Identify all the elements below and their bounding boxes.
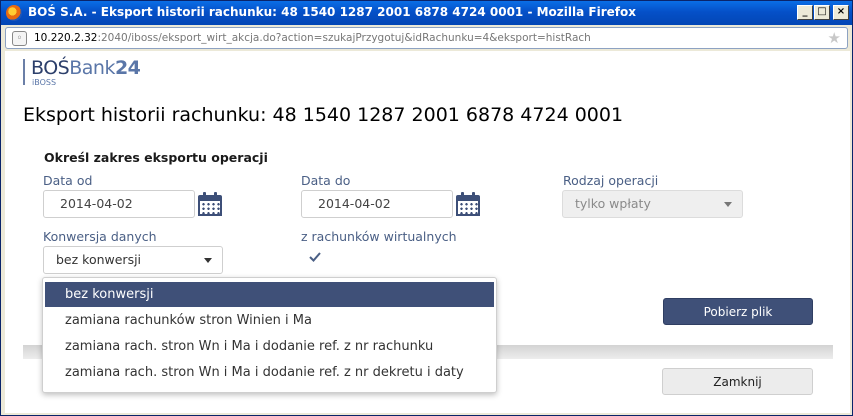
browser-window: BOŚ S.A. - Eksport historii rachunku: 48…	[0, 0, 853, 416]
date-to-input[interactable]: 2014-04-02	[301, 190, 453, 218]
dropdown-option[interactable]: zamiana rach. stron Wn i Ma i dodanie re…	[45, 334, 494, 359]
chevron-down-icon	[724, 202, 732, 207]
address-bar[interactable]: ◦ 10.220.2.32:2040/iboss/eksport_wirt_ak…	[5, 27, 848, 49]
date-to-calendar-icon[interactable]	[455, 191, 481, 217]
logo-bar	[23, 59, 25, 85]
dropdown-option[interactable]: bez konwersji	[45, 282, 494, 307]
download-file-button[interactable]: Pobierz plik	[663, 298, 813, 325]
page-content: BOŚBank24 iBOSS Eksport historii rachunk…	[5, 51, 850, 413]
section-title: Określ zakres eksportu operacji	[44, 150, 268, 165]
conversion-select[interactable]: bez konwersji	[43, 246, 223, 274]
logo-num: 24	[114, 57, 141, 79]
date-from-calendar-icon[interactable]	[197, 191, 223, 217]
close-window-button[interactable]: ×	[833, 5, 849, 20]
dropdown-option[interactable]: zamiana rach. stron Wn i Ma i dodanie re…	[45, 360, 494, 385]
logo-bos: BOŚ	[31, 57, 70, 79]
url-text[interactable]: 10.220.2.32:2040/iboss/eksport_wirt_akcj…	[34, 32, 591, 44]
bookmark-star-icon[interactable]: ★	[828, 29, 841, 47]
logo-iboss: iBOSS	[32, 78, 57, 87]
virtual-accounts-checkbox[interactable]	[308, 250, 322, 264]
conversion-dropdown-list: bez konwersji zamiana rachunków stron Wi…	[42, 277, 497, 393]
operation-type-label: Rodzaj operacji	[563, 173, 659, 188]
site-identity-icon[interactable]: ◦	[12, 31, 27, 46]
dropdown-option[interactable]: zamiana rachunków stron Winien i Ma	[45, 308, 494, 333]
title-bar: BOŚ S.A. - Eksport historii rachunku: 48…	[1, 1, 852, 25]
url-path: :2040/iboss/eksport_wirt_akcja.do?action…	[97, 32, 591, 44]
firefox-icon	[6, 5, 22, 21]
window-title: BOŚ S.A. - Eksport historii rachunku: 48…	[28, 5, 636, 19]
page-title: Eksport historii rachunku: 48 1540 1287 …	[23, 104, 624, 126]
date-to-label: Data do	[301, 173, 351, 188]
chevron-down-icon	[204, 258, 212, 263]
operation-type-select: tylko wpłaty	[562, 190, 743, 218]
virtual-accounts-label: z rachunków wirtualnych	[301, 229, 457, 244]
maximize-button[interactable]: □	[814, 5, 830, 20]
minimize-button[interactable]: _	[797, 5, 813, 20]
date-from-label: Data od	[43, 173, 93, 188]
operation-type-value: tylko wpłaty	[575, 196, 651, 211]
date-from-input[interactable]: 2014-04-02	[43, 190, 195, 218]
conversion-value: bez konwersji	[56, 252, 142, 267]
logo-bank: Bank	[69, 57, 115, 79]
conversion-label: Konwersja danych	[43, 229, 157, 244]
logo-text: BOŚBank24	[31, 57, 141, 79]
close-button[interactable]: Zamknij	[662, 368, 813, 395]
url-host: 10.220.2.32	[34, 32, 98, 44]
checkmark-icon	[309, 252, 321, 262]
